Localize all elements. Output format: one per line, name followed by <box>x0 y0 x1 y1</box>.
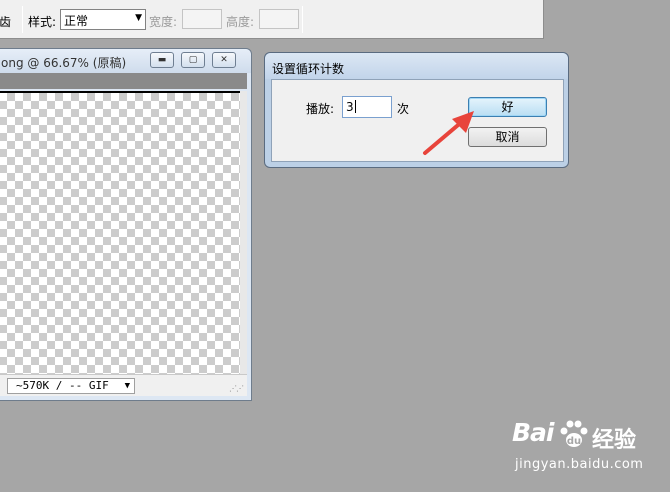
optimize-info-value: ~570K / -- GIF <box>16 379 109 392</box>
vertical-scrollbar[interactable] <box>240 91 247 374</box>
dialog-title-bar[interactable]: 设置循环计数 <box>265 53 568 79</box>
close-button[interactable]: ✕ <box>212 52 236 68</box>
document-window: ong @ 66.67% (原稿) ▬ ▢ ✕ ~570K / -- GIF ▼… <box>0 48 252 401</box>
document-status-bar: ~570K / -- GIF ▼ ⋰⋰ <box>0 374 247 396</box>
style-select[interactable]: 正常 ▼ <box>60 9 146 30</box>
document-title-bar[interactable]: ong @ 66.67% (原稿) ▬ ▢ ✕ <box>0 49 251 73</box>
optimize-info-select[interactable]: ~570K / -- GIF ▼ <box>7 378 135 394</box>
options-toolbar: 齿 样式: 正常 ▼ 宽度: 高度: <box>0 0 544 39</box>
minimize-icon: ▬ <box>157 55 167 65</box>
width-input[interactable] <box>182 9 222 29</box>
play-count-value: 3 <box>346 100 354 114</box>
antialias-label[interactable]: 齿 <box>0 13 11 30</box>
toolbar-divider <box>22 6 23 33</box>
dialog-title: 设置循环计数 <box>272 62 345 76</box>
resize-grip-icon[interactable]: ⋰⋰ <box>229 384 244 393</box>
annotation-arrow-icon <box>423 111 474 155</box>
minimize-button[interactable]: ▬ <box>150 52 174 68</box>
watermark-url: jingyan.baidu.com <box>515 457 644 472</box>
width-label: 宽度: <box>149 15 178 29</box>
loop-count-dialog: 设置循环计数 播放: 3 次 好 取消 <box>264 52 569 168</box>
toolbar-divider <box>302 6 303 33</box>
height-input[interactable] <box>259 9 299 29</box>
watermark-logo-suffix: 经验 <box>592 428 637 453</box>
maximize-icon: ▢ <box>188 55 198 65</box>
watermark-logo: Bai <box>512 418 554 447</box>
baidu-jingyan-watermark: Bai du 经验 jingyan.baidu.com <box>512 418 662 478</box>
svg-text:du: du <box>567 436 581 447</box>
close-icon: ✕ <box>220 55 228 65</box>
height-label: 高度: <box>226 15 255 29</box>
chevron-down-icon[interactable]: ▼ <box>135 13 142 23</box>
style-select-value: 正常 <box>64 14 89 28</box>
paw-icon: du <box>560 420 588 447</box>
dialog-body: 播放: 3 次 好 取消 <box>271 79 564 162</box>
transparent-canvas[interactable] <box>0 91 240 374</box>
times-label: 次 <box>397 102 410 116</box>
play-label: 播放: <box>306 102 335 116</box>
chevron-down-icon[interactable]: ▼ <box>125 379 130 393</box>
document-title: ong @ 66.67% (原稿) <box>1 56 127 70</box>
text-caret <box>354 100 356 113</box>
style-label: 样式: <box>28 15 57 29</box>
maximize-button[interactable]: ▢ <box>181 52 205 68</box>
ruler-strip <box>0 73 247 89</box>
play-count-input[interactable]: 3 <box>342 96 392 118</box>
